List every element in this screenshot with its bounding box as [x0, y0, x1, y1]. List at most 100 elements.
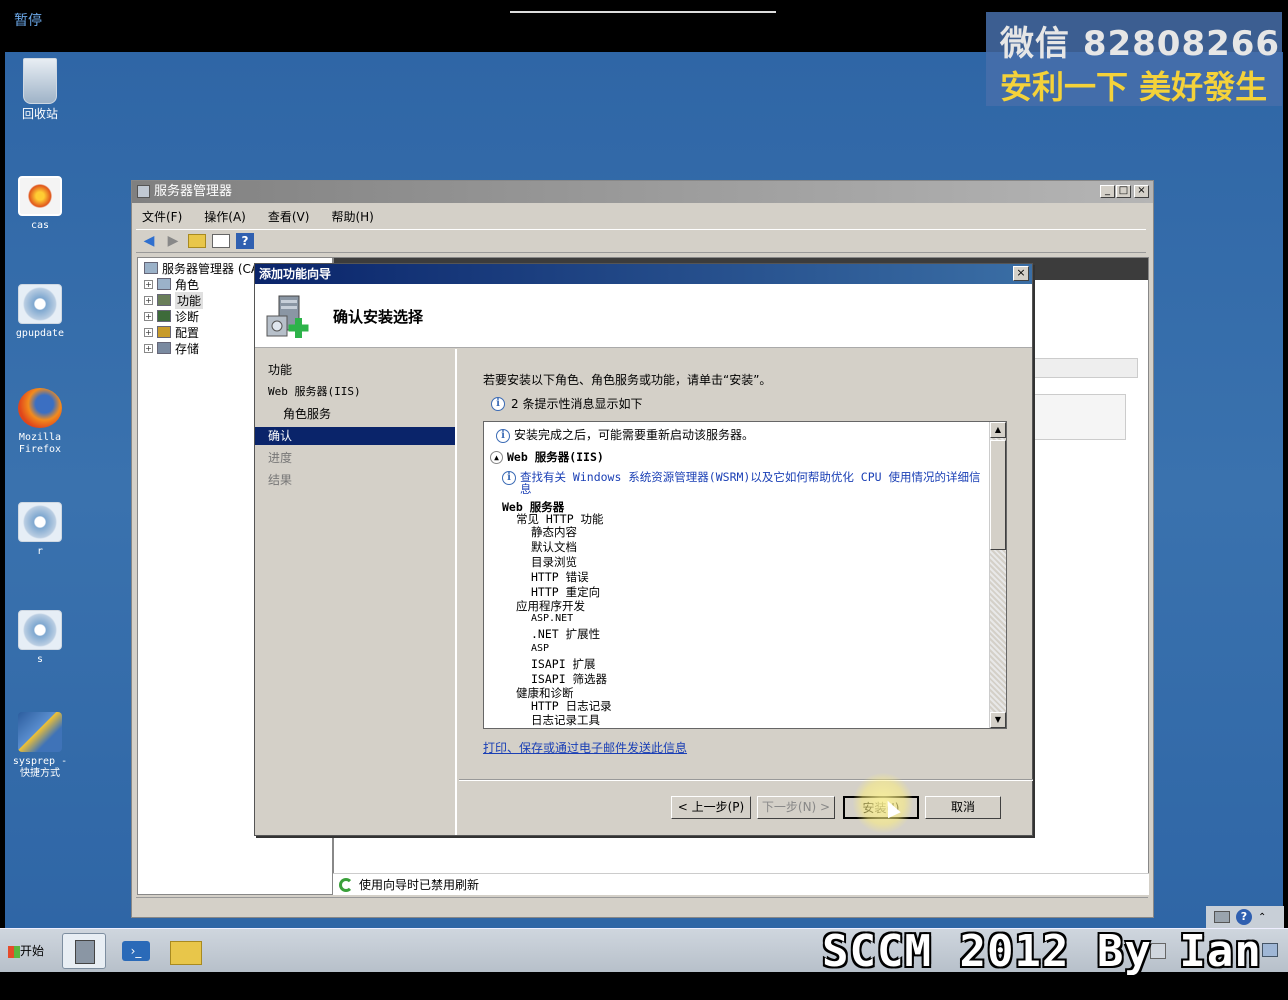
desktop-icon-label: cas — [30, 220, 50, 231]
cancel-button[interactable]: 取消 — [925, 796, 1001, 819]
start-button[interactable]: 开始 — [5, 937, 51, 965]
desktop-icon-r[interactable]: r — [5, 502, 75, 558]
step-confirmation[interactable]: 确认 — [255, 427, 455, 445]
show-hide-tree-icon[interactable] — [212, 234, 230, 248]
desktop-icon-sysprep[interactable]: sysprep - 快捷方式 — [5, 712, 75, 780]
powershell-icon: ›_ — [122, 941, 150, 961]
pause-label[interactable]: 暂停 — [14, 10, 42, 30]
server-manager-app-icon — [137, 185, 150, 198]
forward-arrow-icon[interactable]: ▶ — [164, 232, 182, 250]
menu-help[interactable]: 帮助(H) — [327, 208, 377, 225]
tree-item-label: 配置 — [175, 325, 200, 340]
wsrm-link[interactable]: 查找有关 Windows 系统资源管理器(WSRM)以及它如何帮助优化 CPU … — [520, 470, 980, 484]
list-item: HTTP 日志记录 — [531, 699, 612, 713]
wsrm-link-wrap[interactable]: 息 — [520, 482, 532, 496]
taskbar-explorer[interactable] — [164, 933, 208, 969]
tree-item-label: 存储 — [175, 341, 200, 356]
network-shortcut-icon — [18, 712, 62, 752]
watermark-line1: 微信 82808266 — [1000, 24, 1281, 64]
details-panel-box — [1034, 358, 1138, 378]
menu-action[interactable]: 操作(A) — [200, 208, 250, 225]
desktop-icon-gpupdate[interactable]: gpupdate — [5, 284, 75, 340]
collapse-icon[interactable]: ▲ — [490, 451, 503, 464]
diagnostics-icon — [157, 310, 171, 322]
tree-item-roles[interactable]: + 角色 — [144, 276, 199, 292]
desktop-icon-label: Mozilla Firefox — [18, 432, 62, 455]
expand-icon[interactable]: + — [144, 295, 153, 305]
status-text: 使用向导时已禁用刷新 — [359, 878, 480, 892]
section-header-label: Web 服务器(IIS) — [507, 450, 604, 464]
chevron-icon[interactable]: ⌃ — [1258, 912, 1266, 923]
expand-icon[interactable]: + — [144, 343, 153, 353]
section-header[interactable]: ▲ Web 服务器(IIS) — [490, 450, 604, 464]
maximize-button[interactable]: □ — [1116, 185, 1131, 198]
wizard-step-nav: 功能 Web 服务器(IIS) 角色服务 确认 进度 结果 — [255, 349, 457, 835]
menu-file[interactable]: 文件(F) — [138, 208, 186, 225]
list-scrollbar[interactable]: ▲ ▼ — [989, 422, 1006, 728]
scroll-thumb[interactable] — [990, 440, 1006, 550]
tree-item-label: 功能 — [175, 291, 204, 309]
storage-icon — [157, 342, 171, 354]
expand-icon[interactable]: + — [144, 311, 153, 321]
wizard-header: 确认安装选择 — [255, 284, 1032, 348]
desktop-icon-recycle-bin[interactable]: 回收站 — [5, 58, 75, 120]
keyboard-icon[interactable] — [1214, 911, 1230, 923]
tree-root[interactable]: 服务器管理器 (CAS) — [144, 260, 271, 276]
minimize-button[interactable]: _ — [1100, 185, 1115, 198]
tree-item-diagnostics[interactable]: + 诊断 — [144, 308, 199, 324]
list-item: ASP.NET — [531, 613, 574, 624]
menu-view[interactable]: 查看(V) — [264, 208, 314, 225]
gear-shortcut-icon — [18, 284, 62, 324]
firefox-icon — [18, 388, 62, 428]
flower-image-icon — [18, 176, 62, 216]
up-folder-icon[interactable] — [188, 234, 206, 248]
wizard-heading: 确认安装选择 — [333, 308, 424, 326]
wizard-close-button[interactable]: × — [1013, 266, 1029, 281]
step-results: 结果 — [268, 473, 293, 487]
server-manager-toolbar: ◀ ▶ ? — [136, 229, 1146, 253]
server-manager-icon — [75, 940, 95, 964]
taskbar-powershell[interactable]: ›_ — [114, 933, 158, 969]
top-progress-line — [510, 11, 776, 13]
tree-item-label: 诊断 — [175, 309, 200, 324]
tree-item-configuration[interactable]: + 配置 — [144, 324, 199, 340]
close-window-button[interactable]: × — [1134, 185, 1149, 198]
desktop-icon-label: r — [36, 546, 44, 557]
selection-list[interactable]: i 安装完成之后，可能需要重新启动该服务器。 ▲ Web 服务器(IIS) i 查找有… — [483, 421, 1007, 729]
help-icon[interactable]: ? — [236, 233, 254, 249]
info-message-count: i 2 条提示性消息显示如下 — [491, 395, 642, 412]
list-item: ISAPI 筛选器 — [531, 672, 608, 686]
list-item: HTTP 重定向 — [531, 585, 601, 599]
list-item: ISAPI 扩展 — [531, 657, 596, 671]
desktop-icon-s[interactable]: s — [5, 610, 75, 666]
scroll-down-icon[interactable]: ▼ — [990, 712, 1006, 728]
step-progress: 进度 — [268, 451, 293, 465]
server-manager-title: 服务器管理器 — [154, 184, 233, 199]
list-item: 静态内容 — [531, 525, 577, 539]
back-arrow-icon[interactable]: ◀ — [140, 232, 158, 250]
step-role-services[interactable]: 角色服务 — [255, 405, 455, 423]
next-button: 下一步(N) > — [757, 796, 835, 819]
list-item: HTTP 错误 — [531, 570, 589, 584]
expand-icon[interactable]: + — [144, 279, 153, 289]
help-icon[interactable]: ? — [1236, 909, 1252, 925]
info-icon: i — [502, 470, 516, 485]
expand-icon[interactable]: + — [144, 327, 153, 337]
desktop-icon-firefox[interactable]: Mozilla Firefox — [5, 388, 75, 456]
scroll-up-icon[interactable]: ▲ — [990, 422, 1006, 438]
server-manager-titlebar[interactable]: 服务器管理器 — [132, 181, 1153, 203]
button-divider — [459, 779, 1033, 781]
tree-item-storage[interactable]: + 存储 — [144, 340, 199, 356]
wsrm-info: i 查找有关 Windows 系统资源管理器(WSRM)以及它如何帮助优化 CPU… — [502, 470, 980, 485]
list-item: 日志记录工具 — [531, 713, 600, 727]
wizard-titlebar[interactable]: 添加功能向导 — [255, 264, 1032, 284]
step-web-server[interactable]: Web 服务器(IIS) — [255, 383, 455, 401]
tree-item-features[interactable]: + 功能 — [144, 291, 204, 309]
back-button[interactable]: < 上一步(P) — [671, 796, 751, 819]
step-features[interactable]: 功能 — [255, 361, 455, 379]
desktop-icon-label: 回收站 — [21, 107, 58, 121]
print-save-email-link[interactable]: 打印、保存或通过电子邮件发送此信息 — [483, 739, 687, 756]
desktop-icon-cas[interactable]: cas — [5, 176, 75, 232]
monitor-tray-icon[interactable] — [1262, 943, 1278, 957]
taskbar-server-manager[interactable] — [62, 933, 106, 969]
